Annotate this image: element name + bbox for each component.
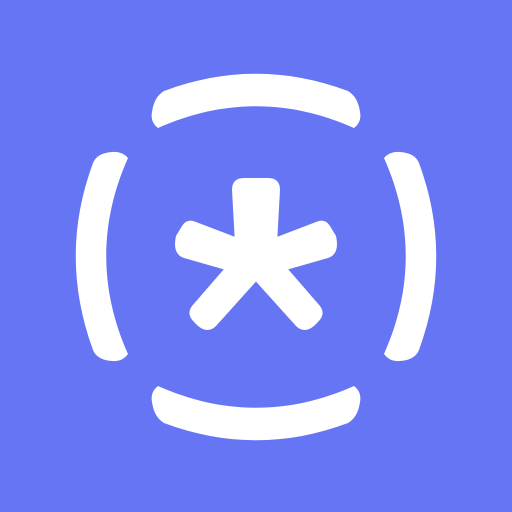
- app-icon: [0, 0, 512, 512]
- asterisk-center: [234, 234, 278, 278]
- asterisk-logo-icon: [0, 0, 512, 512]
